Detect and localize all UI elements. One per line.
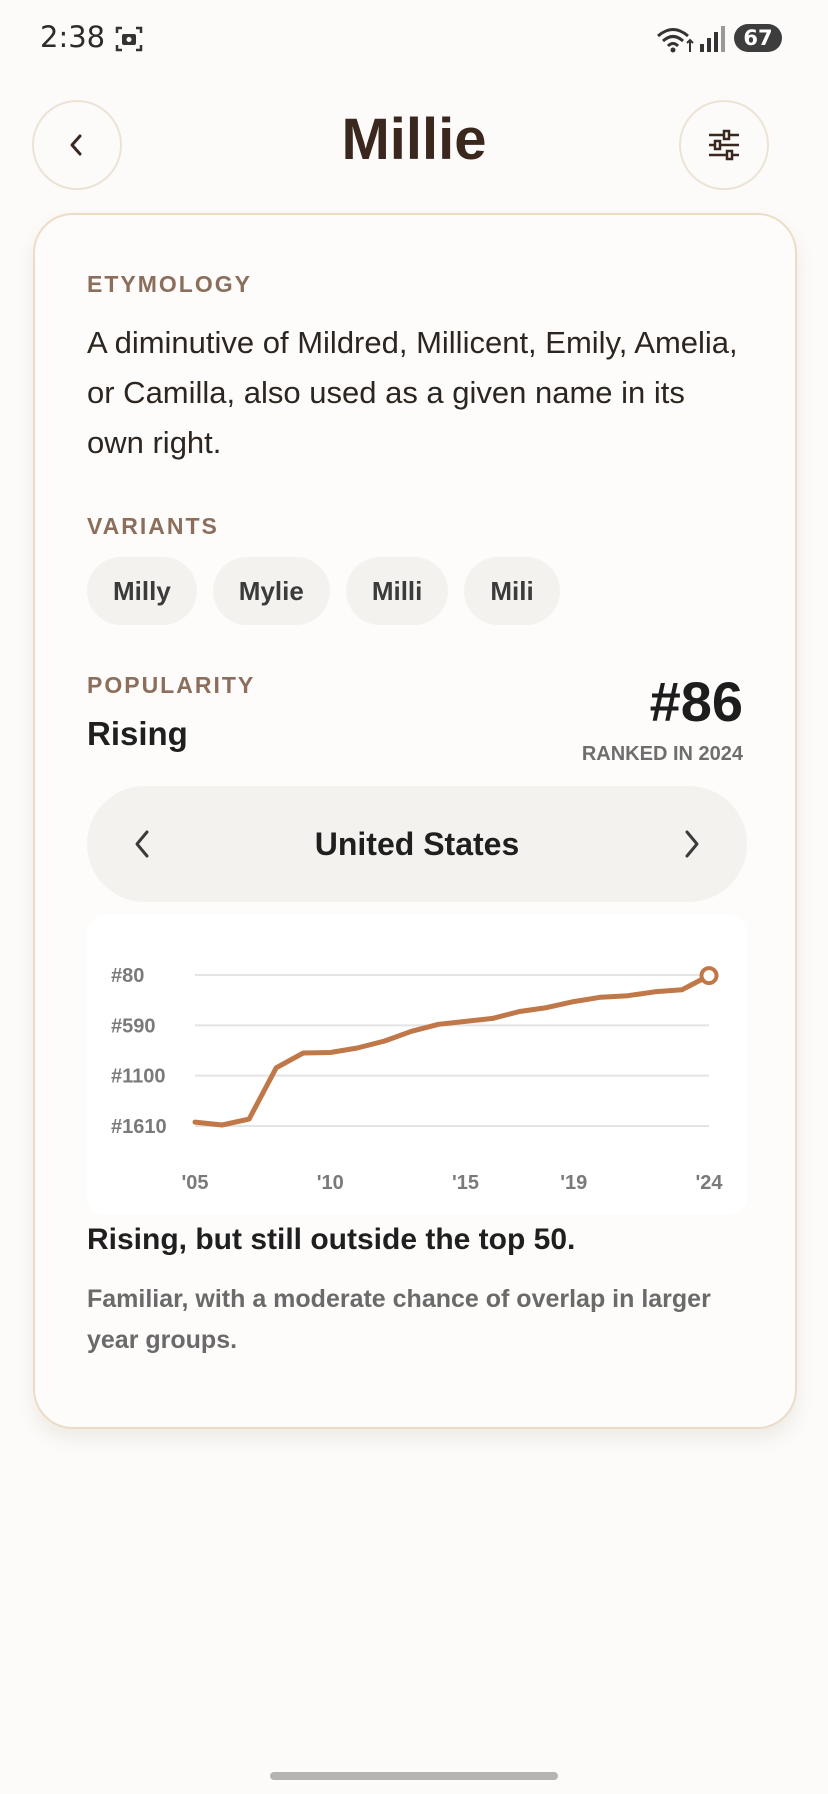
chart-x-tick-label: '15 <box>452 1172 479 1194</box>
variant-chip[interactable]: Milli <box>345 557 449 625</box>
variant-chip[interactable]: Milly <box>87 557 197 625</box>
variants-list: Milly Mylie Milli Mili <box>87 557 560 625</box>
etymology-label: ETYMOLOGY <box>87 271 252 297</box>
variant-chip[interactable]: Mylie <box>212 557 330 625</box>
filter-button[interactable] <box>679 100 769 190</box>
chart-x-tick-label: '05 <box>181 1172 208 1194</box>
popularity-status: Rising <box>87 715 188 752</box>
popularity-chart: #80 #590 #1100 #1610 '05 '10 '15 '19 '24 <box>87 915 747 1215</box>
summary-text: Familiar, with a moderate chance of over… <box>87 1285 711 1354</box>
chevron-right-icon[interactable] <box>677 824 707 864</box>
chart-y-tick-label: #1610 <box>111 1116 167 1138</box>
chart-end-point <box>699 966 719 986</box>
rank-caption: RANKED IN 2024 <box>581 743 743 765</box>
status-time: 2:38 <box>40 20 106 54</box>
variants-label: VARIANTS <box>87 513 219 539</box>
home-indicator[interactable] <box>270 1772 558 1780</box>
chart-series-line <box>192 973 712 1128</box>
etymology-text: A diminutive of Mildred, Millicent, Emil… <box>87 325 738 460</box>
chart-x-tick-label: '10 <box>317 1172 344 1194</box>
chart-x-tick-label: '19 <box>560 1172 587 1194</box>
country-selector: United States <box>87 786 747 902</box>
popularity-label: POPULARITY <box>87 672 256 698</box>
status-bar: 2:38 67 <box>0 0 828 80</box>
chart-y-tick-label: #80 <box>111 965 144 987</box>
battery-indicator: 67 <box>734 24 782 52</box>
country-name: United States <box>314 826 520 862</box>
name-details-card: ETYMOLOGY A diminutive of Mildred, Milli… <box>33 213 797 1429</box>
screen-record-icon <box>115 26 143 52</box>
chart-x-tick-label: '24 <box>695 1172 723 1194</box>
rank-value: #86 <box>649 670 743 733</box>
chart-y-tick-label: #1100 <box>111 1066 166 1088</box>
signal-icon <box>700 26 725 52</box>
chart-y-tick-label: #590 <box>111 1015 156 1037</box>
wifi-icon <box>657 28 694 53</box>
summary-title: Rising, but still outside the top 50. <box>87 1223 576 1256</box>
popularity-chart-svg: #80 #590 #1100 #1610 '05 '10 '15 '19 '24 <box>111 965 723 1194</box>
variant-chip[interactable]: Mili <box>464 557 560 625</box>
sliders-icon <box>709 129 739 161</box>
